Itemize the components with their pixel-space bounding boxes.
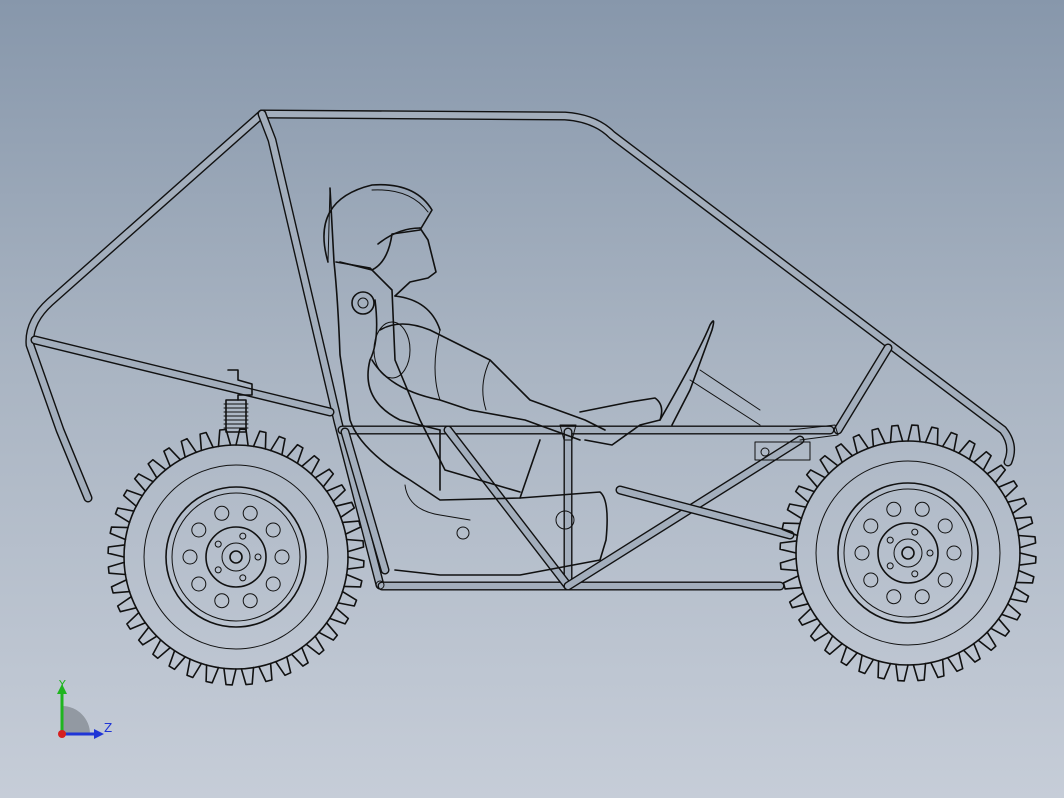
rim-outer xyxy=(165,486,307,628)
rim-hole xyxy=(265,576,281,592)
lug-nut xyxy=(911,528,919,536)
hub-cap xyxy=(221,542,251,572)
lug-nut xyxy=(886,536,894,544)
lug-nut xyxy=(886,562,894,570)
rim-hole xyxy=(854,545,870,561)
rim-hole xyxy=(182,549,198,565)
rim-outer xyxy=(837,482,979,624)
lug-nut xyxy=(214,540,222,548)
rim-hole xyxy=(863,572,879,588)
lug-nut xyxy=(239,532,247,540)
rim-hole xyxy=(274,549,290,565)
hub-outer xyxy=(877,522,939,584)
rim-hole xyxy=(914,501,930,517)
rim-hole xyxy=(191,576,207,592)
lug-nut xyxy=(911,570,919,578)
axle-nut xyxy=(229,550,243,564)
y-axis-label: Y xyxy=(58,678,66,691)
rim-hole xyxy=(886,589,902,605)
rim-hole xyxy=(863,518,879,534)
lug-nut xyxy=(239,574,247,582)
rim-hole xyxy=(886,501,902,517)
buggy-model[interactable] xyxy=(0,0,1064,798)
rim-hole xyxy=(946,545,962,561)
view-orientation-triad[interactable]: Y Z xyxy=(40,672,130,752)
hub-cap xyxy=(893,538,923,568)
lug-nut xyxy=(254,553,262,561)
rim-hole xyxy=(242,505,258,521)
tire-tread-blocks xyxy=(779,424,1037,682)
z-axis-arrowhead xyxy=(94,729,104,739)
roll-cage[interactable] xyxy=(25,109,1016,591)
lug-nut xyxy=(926,549,934,557)
tire-inner-edge xyxy=(123,444,349,670)
lug-nut xyxy=(214,566,222,574)
steering-wheel[interactable] xyxy=(659,320,839,461)
rim-hole xyxy=(265,522,281,538)
shock-absorber xyxy=(223,369,253,433)
tire-tread-blocks xyxy=(107,428,365,686)
rim-hole xyxy=(914,589,930,605)
rim-hole xyxy=(191,522,207,538)
rim-hole xyxy=(937,572,953,588)
rear-wheel[interactable] xyxy=(107,428,365,686)
rim-hole xyxy=(937,518,953,534)
x-axis-dot xyxy=(58,730,66,738)
driver xyxy=(323,183,663,499)
hub-outer xyxy=(205,526,267,588)
rim-inner xyxy=(843,488,973,618)
front-wheel[interactable] xyxy=(779,424,1037,682)
tire-inner-edge xyxy=(795,440,1021,666)
axle-nut xyxy=(901,546,915,560)
rim-hole xyxy=(214,593,230,609)
z-axis-label: Z xyxy=(104,721,112,735)
graphics-viewport[interactable]: Y Z xyxy=(0,0,1064,798)
triad-plane-indicator xyxy=(62,706,90,734)
rim-hole xyxy=(242,593,258,609)
rim-inner xyxy=(171,492,301,622)
rim-hole xyxy=(214,505,230,521)
